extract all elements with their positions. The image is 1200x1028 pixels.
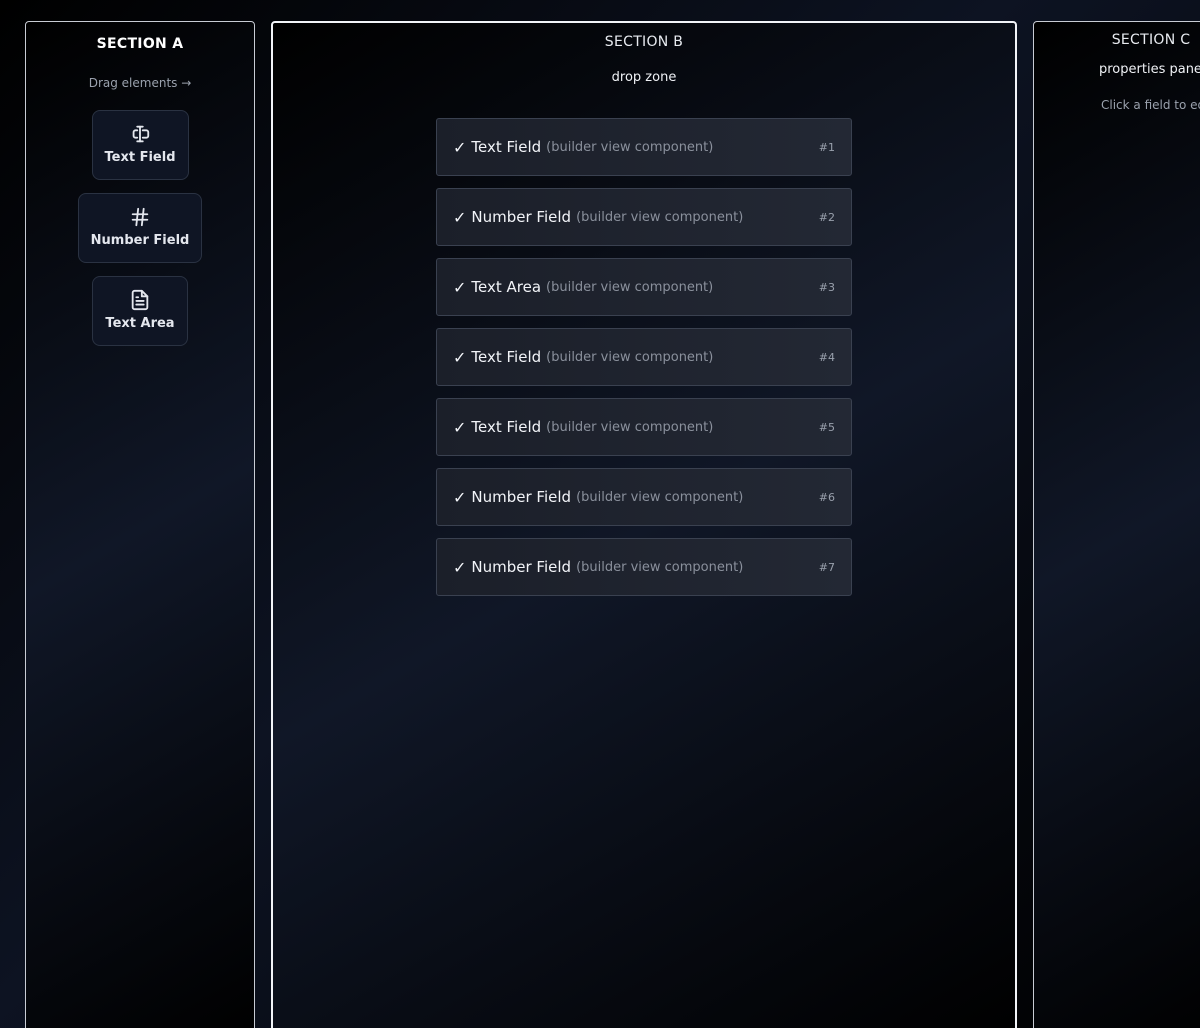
palette-item-text-field[interactable]: Text Field [91, 110, 189, 180]
field-description: (builder view component) [546, 139, 714, 155]
drag-elements-hint: Drag elements → [88, 76, 192, 90]
field-list: ✓ Text Field (builder view component) #1… [436, 118, 852, 596]
field-name: Text Area [471, 278, 542, 296]
field-index: #7 [818, 560, 835, 574]
field-row-3[interactable]: ✓ Text Area (builder view component) #3 [436, 258, 852, 316]
field-description: (builder view component) [576, 559, 744, 575]
field-row-7[interactable]: ✓ Number Field (builder view component) … [436, 538, 852, 596]
field-index: #6 [818, 490, 835, 504]
check-icon: ✓ [453, 417, 467, 437]
form-builder-page: SECTION A Drag elements → Text Field Num… [0, 0, 1200, 1028]
section-c-title: SECTION C [1111, 32, 1191, 48]
field-row-6[interactable]: ✓ Number Field (builder view component) … [436, 468, 852, 526]
field-description: (builder view component) [576, 209, 744, 225]
field-row-4[interactable]: ✓ Text Field (builder view component) #4 [436, 328, 852, 386]
check-icon: ✓ [453, 557, 467, 577]
field-description: (builder view component) [546, 279, 714, 295]
field-name: Number Field [471, 558, 572, 576]
field-description: (builder view component) [546, 349, 714, 365]
section-a-title: SECTION A [96, 36, 184, 52]
check-icon: ✓ [453, 207, 467, 227]
check-icon: ✓ [453, 347, 467, 367]
field-description: (builder view component) [546, 419, 714, 435]
drop-zone-label: drop zone [611, 70, 677, 85]
file-text-icon [131, 289, 149, 311]
field-description: (builder view component) [576, 489, 744, 505]
field-name: Text Field [471, 418, 542, 436]
field-row-2[interactable]: ✓ Number Field (builder view component) … [436, 188, 852, 246]
field-index: #2 [818, 210, 835, 224]
field-name: Number Field [471, 488, 572, 506]
palette-item-label: Text Field [104, 150, 176, 165]
field-name: Number Field [471, 208, 572, 226]
hash-icon [131, 207, 149, 227]
field-index: #3 [818, 280, 835, 294]
palette-item-text-area[interactable]: Text Area [92, 276, 188, 346]
field-index: #4 [818, 350, 835, 364]
text-cursor-input-icon [132, 125, 150, 143]
field-row-1[interactable]: ✓ Text Field (builder view component) #1 [436, 118, 852, 176]
section-a-palette-panel: SECTION A Drag elements → Text Field Num… [25, 21, 255, 1028]
palette-item-number-field[interactable]: Number Field [77, 193, 203, 263]
check-icon: ✓ [453, 277, 467, 297]
check-icon: ✓ [453, 487, 467, 507]
palette-item-label: Text Area [105, 316, 175, 331]
field-index: #1 [818, 140, 835, 154]
check-icon: ✓ [453, 137, 467, 157]
section-b-drop-zone[interactable]: SECTION B drop zone ✓ Text Field (builde… [271, 21, 1017, 1028]
field-name: Text Field [471, 138, 542, 156]
properties-panel-label: properties panel [1099, 62, 1200, 77]
palette-list: Text Field Number Field Text Area [26, 110, 254, 346]
field-name: Text Field [471, 348, 542, 366]
section-b-title: SECTION B [604, 34, 684, 50]
properties-hint: Click a field to edit [1101, 98, 1200, 112]
field-row-5[interactable]: ✓ Text Field (builder view component) #5 [436, 398, 852, 456]
section-c-properties-panel: SECTION C properties panel Click a field… [1033, 21, 1200, 1028]
field-index: #5 [818, 420, 835, 434]
palette-item-label: Number Field [90, 233, 190, 248]
